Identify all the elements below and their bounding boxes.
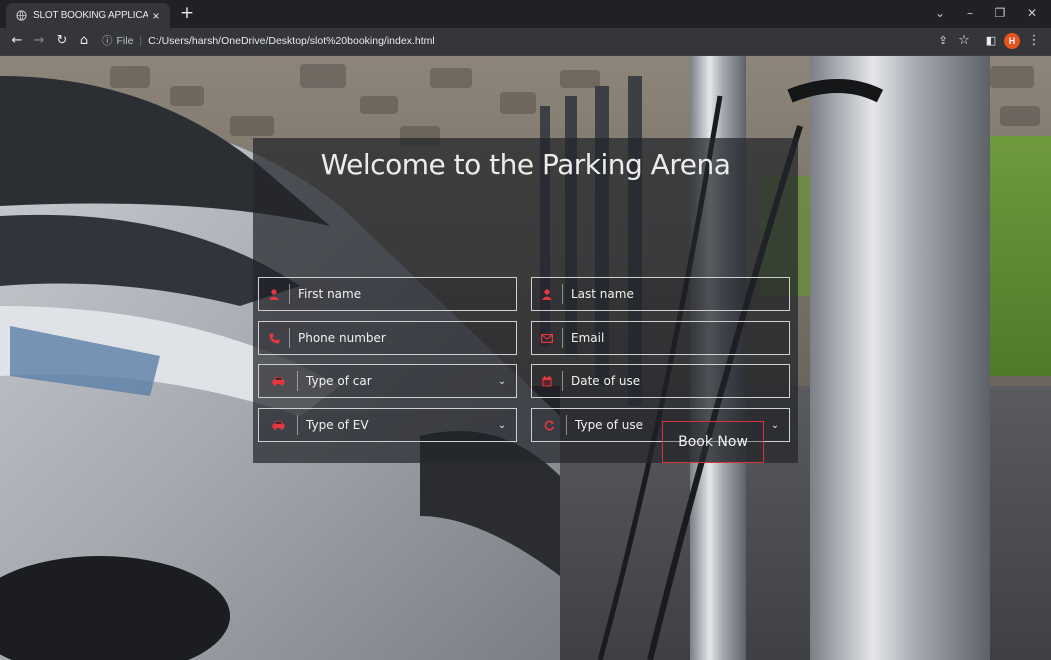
calendar-icon [532, 371, 563, 391]
tab-title: SLOT BOOKING APPLICATION [33, 10, 148, 21]
divider: | [139, 35, 143, 47]
car-icon [259, 371, 298, 391]
last-name-input[interactable]: Last name [531, 277, 790, 311]
new-tab-button[interactable]: + [178, 3, 196, 23]
email-placeholder: Email [571, 331, 605, 345]
browser-tab[interactable]: SLOT BOOKING APPLICATION × [6, 3, 170, 28]
home-icon[interactable]: ⌂ [75, 28, 93, 55]
globe-icon [16, 10, 27, 21]
first-name-input[interactable]: First name [258, 277, 517, 311]
car-type-selected: Type of car [306, 374, 372, 388]
envelope-icon [532, 328, 563, 348]
profile-avatar[interactable]: H [1004, 33, 1020, 49]
menu-icon[interactable]: ⋮ [1025, 28, 1043, 55]
share-icon[interactable]: ⇪ [934, 28, 952, 55]
page-viewport: Welcome to the Parking Arena First name … [0, 56, 1051, 660]
date-of-use-placeholder: Date of use [571, 374, 641, 388]
tab-search-icon[interactable]: ⌄ [928, 0, 952, 28]
tab-close-icon[interactable]: × [148, 9, 164, 23]
chevron-down-icon: ⌄ [497, 419, 507, 431]
bookmark-star-icon[interactable]: ☆ [955, 28, 973, 55]
reload-icon[interactable]: ↻ [53, 28, 71, 55]
user-icon [532, 284, 563, 304]
info-icon[interactable]: ⓘ [102, 35, 113, 47]
page-title: Welcome to the Parking Arena [320, 148, 731, 181]
first-name-placeholder: First name [298, 287, 362, 301]
side-panel-icon[interactable]: ◧ [982, 28, 1000, 55]
last-name-placeholder: Last name [571, 287, 634, 301]
booking-form: Welcome to the Parking Arena First name … [253, 138, 798, 463]
url-text: C:/Users/harsh/OneDrive/Desktop/slot%20b… [148, 35, 435, 47]
restore-button[interactable]: ❐ [988, 0, 1012, 28]
phone-input[interactable]: Phone number [258, 321, 517, 355]
date-of-use-input[interactable]: Date of use [531, 364, 790, 398]
chevron-down-icon: ⌄ [770, 419, 780, 431]
book-now-button[interactable]: Book Now [662, 421, 764, 463]
email-input[interactable]: Email [531, 321, 790, 355]
file-label: File [116, 35, 134, 47]
user-icon [259, 284, 290, 304]
car-icon [259, 415, 298, 435]
phone-placeholder: Phone number [298, 331, 386, 345]
ev-type-select[interactable]: Type of EV ⌄ [258, 408, 517, 442]
back-icon[interactable]: ← [8, 28, 26, 55]
phone-icon [259, 328, 290, 348]
minimize-button[interactable]: – [958, 0, 982, 28]
close-window-button[interactable]: ✕ [1020, 0, 1044, 28]
browser-toolbar: ← → ↻ ⌂ ⓘ File | C:/Users/harsh/OneDrive/De… [0, 28, 1051, 56]
forward-icon[interactable]: → [30, 28, 48, 55]
chevron-down-icon: ⌄ [497, 375, 507, 387]
tab-strip: SLOT BOOKING APPLICATION × + ⌄ – ❐ ✕ [0, 0, 1051, 28]
refresh-icon [532, 415, 567, 435]
ev-type-selected: Type of EV [306, 418, 369, 432]
address-bar[interactable]: ⓘ File | C:/Users/harsh/OneDrive/Desktop/sl… [102, 32, 922, 51]
car-type-select[interactable]: Type of car ⌄ [258, 364, 517, 398]
